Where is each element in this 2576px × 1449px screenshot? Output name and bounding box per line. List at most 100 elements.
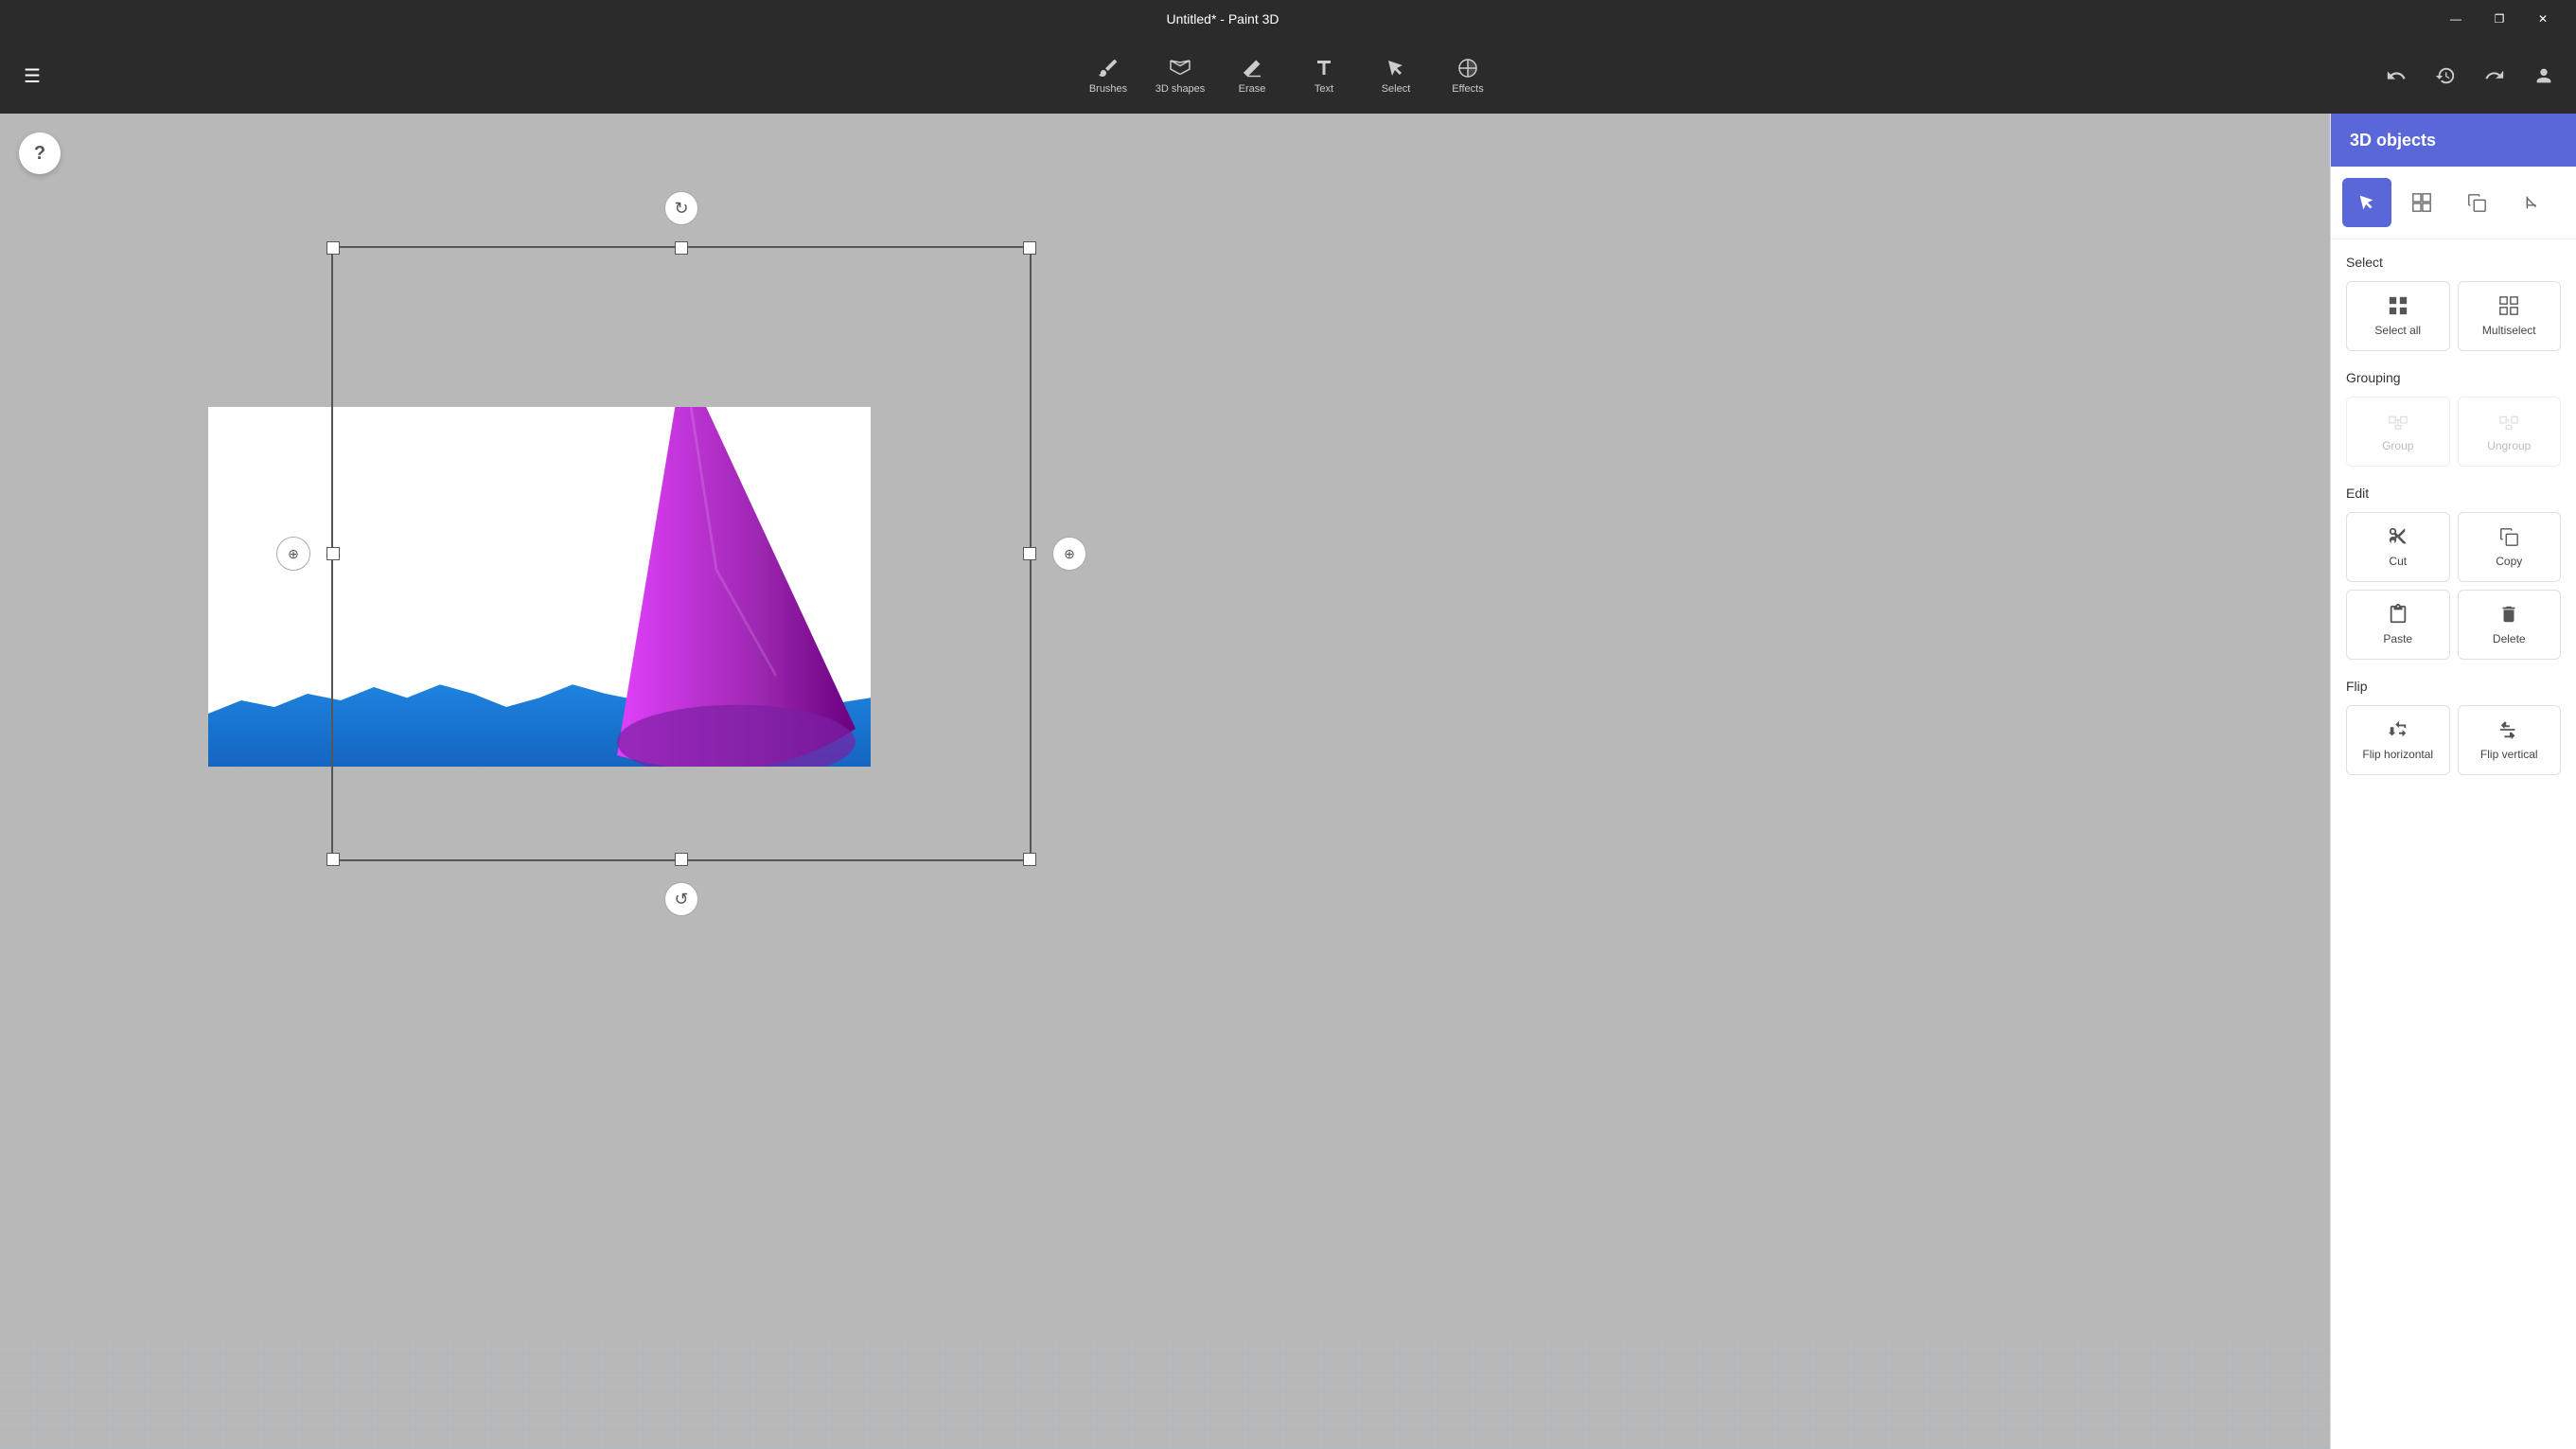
- rotate-handle-bottom[interactable]: ↺: [664, 882, 698, 916]
- panel-content: Select Select all: [2331, 239, 2576, 1449]
- crop-tab-button[interactable]: [2507, 178, 2556, 227]
- paste-label: Paste: [2383, 632, 2412, 645]
- text-tool-button[interactable]: Text: [1297, 49, 1350, 102]
- multiselect-button[interactable]: Multiselect: [2458, 281, 2562, 351]
- profile-button[interactable]: [2523, 55, 2565, 97]
- cone-3d: [473, 407, 871, 767]
- erase-tool-button[interactable]: Erase: [1226, 49, 1279, 102]
- handle-bottom-left[interactable]: [326, 853, 340, 866]
- select-tab-button[interactable]: [2342, 178, 2391, 227]
- copy-label: Copy: [2496, 555, 2522, 568]
- titlebar: Untitled* - Paint 3D — ❐ ✕: [0, 0, 2576, 38]
- handle-top-left[interactable]: [326, 241, 340, 255]
- flip-vertical-label: Flip vertical: [2480, 748, 2538, 761]
- handle-top-middle[interactable]: [675, 241, 688, 255]
- cursor-icon: [2356, 192, 2377, 213]
- flip-section-title: Flip: [2346, 679, 2561, 694]
- select-buttons: Select all Multiselect: [2346, 281, 2561, 351]
- flip-horizontal-button[interactable]: Flip horizontal: [2346, 705, 2450, 775]
- canvas-image: [208, 407, 871, 767]
- brush-icon: [1097, 57, 1120, 80]
- select-icon: [1385, 57, 1407, 80]
- undo-icon: [2386, 65, 2407, 86]
- close-button[interactable]: ✕: [2521, 0, 2565, 38]
- delete-icon: [2498, 604, 2519, 625]
- copy-button[interactable]: Copy: [2458, 512, 2562, 582]
- redo-icon: [2484, 65, 2505, 86]
- flip-horizontal-label: Flip horizontal: [2362, 748, 2433, 761]
- handle-middle-right[interactable]: [1023, 547, 1036, 560]
- ungroup-button[interactable]: Ungroup: [2458, 397, 2562, 467]
- select-section-title: Select: [2346, 255, 2561, 270]
- flip-horizontal-icon: [2388, 719, 2408, 740]
- copy-icon-tab: [2466, 192, 2487, 213]
- handle-bottom-right[interactable]: [1023, 853, 1036, 866]
- effects-icon: [1456, 57, 1479, 80]
- ungroup-icon: [2498, 411, 2519, 432]
- text-tool-label: Text: [1314, 83, 1333, 95]
- brush-tool-button[interactable]: Brushes: [1082, 49, 1135, 102]
- erase-tool-label: Erase: [1239, 83, 1266, 95]
- flip-buttons: Flip horizontal Flip vertical: [2346, 705, 2561, 775]
- copy-icon: [2498, 526, 2519, 547]
- crop-icon: [2521, 192, 2542, 213]
- 3d-shapes-tool-label: 3D shapes: [1156, 83, 1206, 95]
- select-all-label: Select all: [2374, 324, 2421, 337]
- grouping-buttons: Group Ungroup: [2346, 397, 2561, 467]
- canvas-area[interactable]: ?: [0, 114, 2330, 1449]
- canvas-grid: [0, 1335, 2330, 1449]
- cut-button[interactable]: Cut: [2346, 512, 2450, 582]
- erase-icon: [1241, 57, 1263, 80]
- main-area: ?: [0, 114, 2576, 1449]
- select-all-button[interactable]: Select all: [2346, 281, 2450, 351]
- select-tool-button[interactable]: Select: [1369, 49, 1422, 102]
- minimize-button[interactable]: —: [2434, 0, 2478, 38]
- group-icon: [2388, 411, 2408, 432]
- panel-header: 3D objects: [2331, 114, 2576, 167]
- grouping-section-title: Grouping: [2346, 370, 2561, 385]
- group-button[interactable]: Group: [2346, 397, 2450, 467]
- help-button[interactable]: ?: [19, 133, 61, 174]
- profile-icon: [2533, 65, 2554, 86]
- edit-section-title: Edit: [2346, 486, 2561, 501]
- multiselect-icon: [2411, 192, 2432, 213]
- hamburger-menu-button[interactable]: ☰: [11, 55, 53, 97]
- ungroup-label: Ungroup: [2487, 439, 2531, 452]
- titlebar-title: Untitled* - Paint 3D: [11, 11, 2434, 27]
- depth-handle-right[interactable]: ⊕: [1052, 537, 1086, 571]
- panel-tabs: [2331, 167, 2576, 239]
- 3d-shapes-tool-button[interactable]: 3D shapes: [1154, 49, 1207, 102]
- toolbar-right: [2375, 55, 2565, 97]
- maximize-button[interactable]: ❐: [2478, 0, 2521, 38]
- history-icon: [2435, 65, 2456, 86]
- edit-buttons: Cut Copy Paste: [2346, 512, 2561, 660]
- flip-vertical-icon: [2498, 719, 2519, 740]
- undo-button[interactable]: [2375, 55, 2417, 97]
- history-button[interactable]: [2425, 55, 2466, 97]
- handle-bottom-middle[interactable]: [675, 853, 688, 866]
- brush-tool-label: Brushes: [1089, 83, 1127, 95]
- 3d-shapes-icon: [1169, 57, 1191, 80]
- panel-title: 3D objects: [2350, 131, 2436, 150]
- handle-top-right[interactable]: [1023, 241, 1036, 255]
- rotate-handle-top[interactable]: ↻: [664, 191, 698, 225]
- toolbar-left: ☰: [11, 55, 53, 97]
- window-controls: — ❐ ✕: [2434, 0, 2565, 38]
- select-tool-label: Select: [1382, 83, 1411, 95]
- delete-button[interactable]: Delete: [2458, 590, 2562, 660]
- paste-button[interactable]: Paste: [2346, 590, 2450, 660]
- copy-tab-button[interactable]: [2452, 178, 2501, 227]
- delete-label: Delete: [2493, 632, 2526, 645]
- redo-button[interactable]: [2474, 55, 2515, 97]
- multiselect-btn-icon: [2498, 295, 2519, 316]
- paste-icon: [2388, 604, 2408, 625]
- cut-label: Cut: [2389, 555, 2407, 568]
- group-label: Group: [2382, 439, 2413, 452]
- multiselect-tab-button[interactable]: [2397, 178, 2446, 227]
- multiselect-label: Multiselect: [2482, 324, 2536, 337]
- toolbar: ☰ Brushes 3D shapes Erase Text Select: [0, 38, 2576, 114]
- right-panel: 3D objects: [2330, 114, 2576, 1449]
- flip-vertical-button[interactable]: Flip vertical: [2458, 705, 2562, 775]
- text-icon: [1313, 57, 1335, 80]
- effects-tool-button[interactable]: Effects: [1441, 49, 1494, 102]
